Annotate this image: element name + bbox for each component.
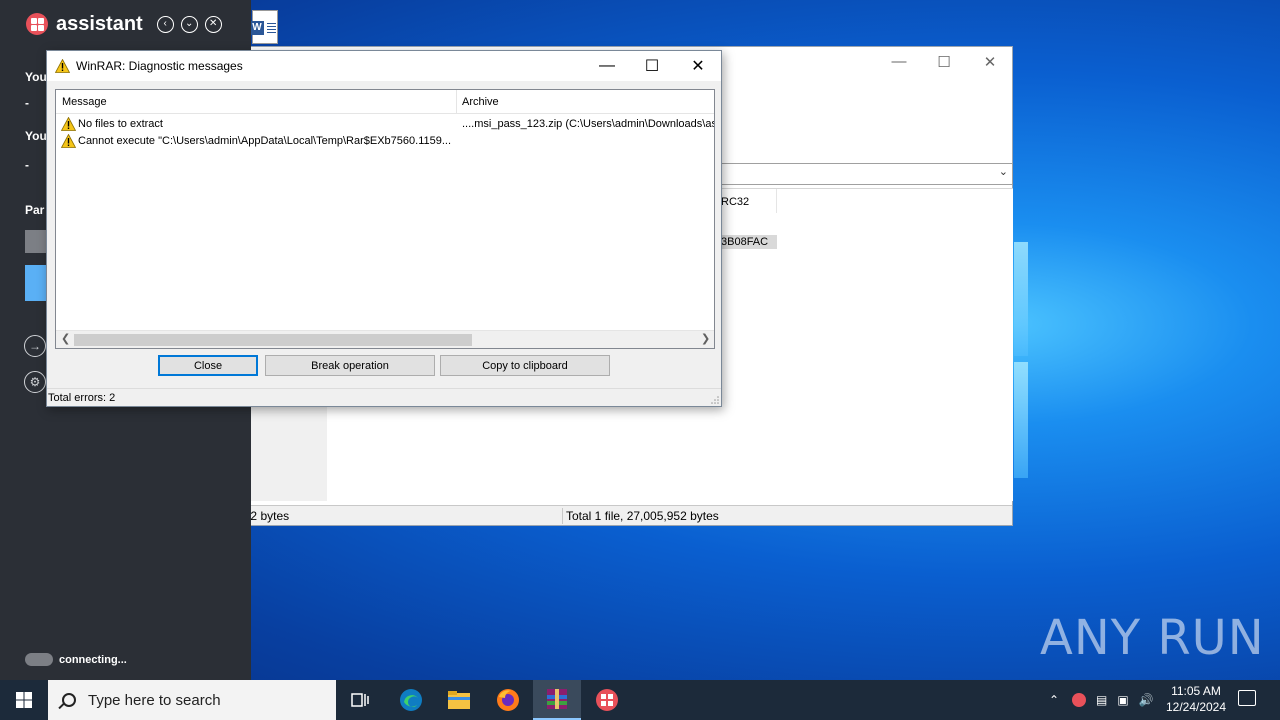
close-icon[interactable]: ✕ bbox=[978, 53, 1002, 71]
assistant-taskbar-icon[interactable] bbox=[583, 680, 631, 720]
chevron-down-icon: ⌄ bbox=[998, 166, 1008, 178]
word-document-icon[interactable]: W bbox=[250, 10, 278, 44]
messages-list[interactable]: Message Archive No files to extract ....… bbox=[55, 89, 715, 349]
dialog-title: WinRAR: Diagnostic messages bbox=[76, 59, 243, 73]
desktop-light-streak bbox=[1014, 242, 1028, 356]
warning-icon bbox=[60, 116, 77, 134]
login-icon[interactable]: → bbox=[24, 335, 46, 357]
assistant-header: assistant ‹ ⌄ ✕ bbox=[0, 0, 251, 48]
anyrun-watermark: ANY RUN bbox=[1040, 610, 1265, 666]
minimize-icon[interactable]: — bbox=[584, 51, 630, 81]
column-header-archive[interactable]: Archive bbox=[462, 96, 499, 108]
system-tray: ⌃ ▤ ▣ 🔊 bbox=[1046, 680, 1154, 720]
taskbar-search[interactable]: Type here to search bbox=[48, 680, 336, 720]
back-icon[interactable]: ‹ bbox=[156, 15, 174, 33]
copy-to-clipboard-button[interactable]: Copy to clipboard bbox=[440, 355, 610, 376]
message-text: No files to extract bbox=[78, 118, 163, 130]
edge-icon[interactable] bbox=[387, 680, 435, 720]
notification-icon[interactable] bbox=[1238, 690, 1256, 706]
column-header-crc32[interactable]: RC32 bbox=[721, 196, 749, 208]
close-icon[interactable]: ✕ bbox=[675, 51, 721, 81]
horizontal-scrollbar[interactable]: ❮ ❯ bbox=[56, 330, 714, 348]
taskbar: Type here to search ⌃ ▤ ▣ 🔊 11:05 AM 12/… bbox=[0, 680, 1280, 720]
status-total: Total 1 file, 27,005,952 bytes bbox=[566, 509, 719, 523]
assistant-blue-block[interactable] bbox=[25, 265, 46, 301]
task-view-icon[interactable] bbox=[336, 680, 384, 720]
chevron-up-icon[interactable]: ⌃ bbox=[1046, 693, 1062, 707]
list-header: Message Archive bbox=[56, 90, 714, 114]
column-header-message[interactable]: Message bbox=[62, 96, 107, 108]
search-placeholder: Type here to search bbox=[88, 691, 221, 709]
clock-time: 11:05 AM bbox=[1171, 684, 1221, 698]
assistant-text-fragment: You bbox=[25, 70, 47, 84]
list-item[interactable]: Cannot execute "C:\Users\admin\AppData\L… bbox=[56, 133, 714, 150]
break-operation-button[interactable]: Break operation bbox=[265, 355, 435, 376]
file-explorer-icon[interactable] bbox=[435, 680, 483, 720]
message-text: Cannot execute "C:\Users\admin\AppData\L… bbox=[78, 135, 452, 147]
dialog-titlebar[interactable]: WinRAR: Diagnostic messages — ☐ ✕ bbox=[47, 51, 721, 81]
column-divider bbox=[776, 189, 777, 213]
archive-text: ....msi_pass_123.zip (C:\Users\admin\Dow… bbox=[462, 118, 714, 130]
warning-icon bbox=[60, 133, 77, 151]
status-divider bbox=[562, 508, 563, 524]
assistant-logo-icon bbox=[26, 13, 48, 35]
volume-icon[interactable]: 🔊 bbox=[1139, 693, 1154, 707]
collapse-icon[interactable]: ⌄ bbox=[180, 15, 198, 33]
clock-date: 12/24/2024 bbox=[1165, 700, 1227, 714]
network-icon[interactable]: ▣ bbox=[1117, 693, 1128, 707]
connection-status: connecting... bbox=[25, 653, 127, 666]
minimize-icon[interactable]: — bbox=[887, 53, 911, 70]
scrollbar-thumb[interactable] bbox=[74, 334, 472, 346]
list-item[interactable]: No files to extract ....msi_pass_123.zip… bbox=[56, 116, 714, 133]
assistant-text-fragment: You bbox=[25, 129, 47, 143]
dialog-status: Total errors: 2 bbox=[47, 388, 721, 406]
connection-toggle[interactable] bbox=[25, 653, 53, 666]
assistant-tray-icon[interactable] bbox=[1072, 693, 1086, 707]
assistant-gray-block bbox=[25, 230, 46, 253]
winrar-taskbar-icon[interactable] bbox=[533, 680, 581, 720]
file-crc-cell[interactable]: 3B08FAC bbox=[719, 235, 777, 249]
start-button[interactable] bbox=[0, 680, 48, 720]
maximize-icon[interactable]: ☐ bbox=[932, 53, 956, 71]
assistant-title: assistant bbox=[56, 12, 143, 35]
assistant-text-fragment: - bbox=[25, 96, 29, 110]
windows-logo-icon bbox=[16, 692, 32, 708]
maximize-icon[interactable]: ☐ bbox=[629, 51, 675, 81]
connection-status-text: connecting... bbox=[59, 653, 127, 666]
close-circle-icon[interactable]: ✕ bbox=[204, 15, 222, 33]
resize-grip-icon[interactable] bbox=[711, 396, 719, 404]
taskbar-clock[interactable]: 11:05 AM 12/24/2024 bbox=[1158, 683, 1234, 715]
column-divider[interactable] bbox=[456, 90, 457, 114]
firefox-icon[interactable] bbox=[484, 680, 532, 720]
path-combobox[interactable]: ⌄ bbox=[721, 163, 1013, 185]
warning-icon bbox=[55, 59, 70, 73]
search-icon bbox=[62, 693, 76, 707]
device-icon[interactable]: ▤ bbox=[1096, 693, 1107, 707]
settings-icon[interactable]: ⚙ bbox=[24, 371, 46, 393]
assistant-text-fragment: - bbox=[25, 158, 29, 172]
desktop-light-streak bbox=[1014, 362, 1028, 478]
scroll-right-icon[interactable]: ❯ bbox=[701, 332, 710, 345]
close-button[interactable]: Close bbox=[158, 355, 258, 376]
scroll-left-icon[interactable]: ❮ bbox=[61, 332, 70, 345]
diagnostic-dialog: WinRAR: Diagnostic messages — ☐ ✕ Messag… bbox=[46, 50, 722, 407]
assistant-text-fragment: Par bbox=[25, 203, 45, 217]
